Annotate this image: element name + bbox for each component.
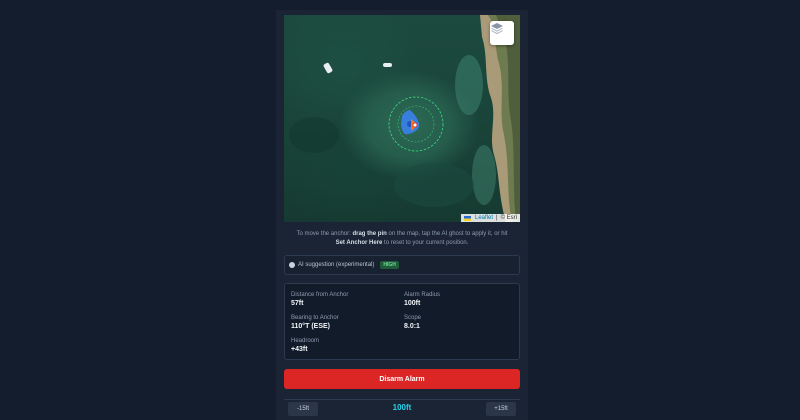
ai-suggestion-card[interactable]: AI suggestion (experimental) HIGH <box>284 255 520 275</box>
stat-value: 100ft <box>404 300 421 307</box>
attribution-separator: | <box>496 215 498 221</box>
ai-icon <box>289 262 295 268</box>
stat-label: Bearing to Anchor <box>291 315 339 321</box>
anchor-panel: Leaflet | © Esri To move the anchor: dra… <box>276 10 528 420</box>
stat-value: +43ft <box>291 346 308 353</box>
map-view[interactable]: Leaflet | © Esri <box>284 15 520 222</box>
anchor-pin[interactable] <box>412 122 418 128</box>
help-suffix: to reset to your current position. <box>382 240 469 246</box>
stat-label: Alarm Radius <box>404 292 441 298</box>
stat-headroom: Headroom +43ft <box>291 337 319 355</box>
alarm-radius-stepper: -15ft 100ft +15ft <box>284 399 520 420</box>
esri-attribution: © Esri <box>500 215 517 221</box>
layers-button[interactable] <box>490 21 514 45</box>
help-middle: on the map, tap the AI ghost to apply it… <box>386 231 508 237</box>
stat-value: 8.0:1 <box>404 323 420 330</box>
anchor-stats: Distance from Anchor 57ft Alarm Radius 1… <box>284 283 520 360</box>
help-set-anchor: Set Anchor Here <box>335 240 383 246</box>
increase-radius-button[interactable]: +15ft <box>486 402 516 416</box>
help-drag-pin: drag the pin <box>352 231 387 237</box>
stat-alarm-radius: Alarm Radius 100ft <box>404 291 440 309</box>
ukraine-flag-icon <box>464 215 471 221</box>
boat-marker <box>323 62 333 74</box>
stat-label: Distance from Anchor <box>291 292 349 298</box>
satellite-imagery <box>289 15 520 222</box>
map-attribution: Leaflet | © Esri <box>461 214 520 222</box>
stat-scope: Scope 8.0:1 <box>404 314 421 332</box>
ai-suggestion-label: AI suggestion (experimental) <box>298 262 375 268</box>
stat-distance: Distance from Anchor 57ft <box>291 291 348 309</box>
layers-icon <box>491 23 503 35</box>
stat-bearing: Bearing to Anchor 110°T (ESE) <box>291 314 339 332</box>
leaflet-link[interactable]: Leaflet <box>475 215 493 221</box>
boat-marker <box>383 63 392 67</box>
help-prefix: To move the anchor: <box>296 231 353 237</box>
anchor-help-text: To move the anchor: drag the pin on the … <box>284 230 520 248</box>
stat-label: Headroom <box>291 338 320 344</box>
confidence-badge: HIGH <box>380 261 399 269</box>
stat-label: Scope <box>404 315 422 321</box>
stat-value: 110°T (ESE) <box>291 323 330 330</box>
radius-value: 100ft <box>392 403 412 412</box>
disarm-alarm-button[interactable]: Disarm Alarm <box>284 369 520 389</box>
stat-value: 57ft <box>291 300 304 307</box>
